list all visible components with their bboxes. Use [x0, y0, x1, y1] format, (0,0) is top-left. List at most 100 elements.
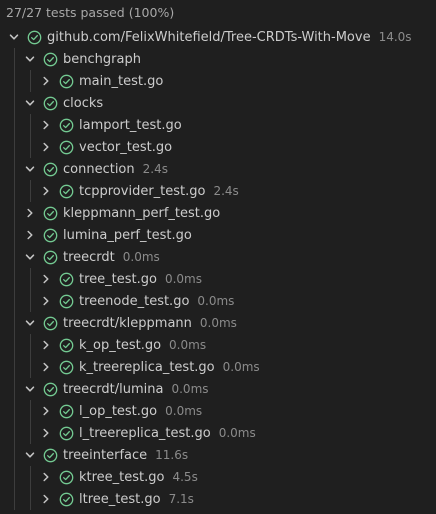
test-duration: 0.0ms [218, 426, 256, 440]
passed-check-icon [58, 271, 74, 287]
test-tree-item[interactable]: lumina_perf_test.go [0, 224, 436, 246]
chevron-right-icon[interactable] [38, 337, 54, 353]
chevron-right-icon[interactable] [38, 359, 54, 375]
test-tree-item[interactable]: kleppmann_perf_test.go [0, 202, 436, 224]
chevron-right-icon[interactable] [22, 205, 38, 221]
test-tree-item[interactable]: treecrdt 0.0ms [0, 246, 436, 268]
chevron-right-icon[interactable] [38, 73, 54, 89]
passed-check-icon [58, 491, 74, 507]
indent-guide [30, 400, 31, 422]
indent-guide [14, 224, 15, 246]
passed-check-icon [58, 293, 74, 309]
test-tree-item[interactable]: main_test.go [0, 70, 436, 92]
chevron-right-icon[interactable] [38, 425, 54, 441]
test-tree-item[interactable]: k_treereplica_test.go 0.0ms [0, 356, 436, 378]
passed-check-icon [58, 425, 74, 441]
test-item-label: clocks [63, 95, 104, 111]
test-item-label: treecrdt [63, 249, 115, 265]
chevron-right-icon[interactable] [38, 183, 54, 199]
chevron-right-icon[interactable] [38, 491, 54, 507]
test-item-label: github.com/FelixWhitefield/Tree-CRDTs-Wi… [47, 29, 371, 45]
indent-guide [14, 48, 15, 70]
passed-check-icon [58, 403, 74, 419]
chevron-right-icon[interactable] [38, 469, 54, 485]
test-tree-item[interactable]: tcpprovider_test.go 2.4s [0, 180, 436, 202]
indent-guide [14, 268, 15, 290]
test-duration: 0.0ms [171, 382, 209, 396]
test-item-label: tcpprovider_test.go [79, 183, 206, 199]
test-tree-item[interactable]: lamport_test.go [0, 114, 436, 136]
indent-guide [14, 444, 15, 466]
test-tree-item[interactable]: github.com/FelixWhitefield/Tree-CRDTs-Wi… [0, 26, 436, 48]
test-tree-item[interactable]: ktree_test.go 4.5s [0, 466, 436, 488]
indent-guide [14, 70, 15, 92]
test-tree-item[interactable]: clocks [0, 92, 436, 114]
chevron-right-icon[interactable] [38, 293, 54, 309]
test-tree-item[interactable]: ltree_test.go 7.1s [0, 488, 436, 510]
test-tree-item[interactable]: treeinterface 11.6s [0, 444, 436, 466]
test-tree-item[interactable]: treecrdt/kleppmann 0.0ms [0, 312, 436, 334]
test-item-label: ltree_test.go [79, 491, 161, 507]
test-duration: 0.0ms [169, 338, 207, 352]
indent-guide [14, 290, 15, 312]
chevron-right-icon[interactable] [22, 227, 38, 243]
chevron-down-icon[interactable] [22, 51, 38, 67]
test-item-label: benchgraph [63, 51, 141, 67]
indent-guide [14, 136, 15, 158]
indent-guide [14, 246, 15, 268]
passed-check-icon [42, 227, 58, 243]
test-tree-item[interactable]: treecrdt/lumina 0.0ms [0, 378, 436, 400]
indent-guide [30, 422, 31, 444]
test-tree-item[interactable]: vector_test.go [0, 136, 436, 158]
indent-guide [14, 180, 15, 202]
chevron-down-icon[interactable] [22, 95, 38, 111]
passed-check-icon [58, 359, 74, 375]
chevron-right-icon[interactable] [38, 403, 54, 419]
test-tree-item[interactable]: treenode_test.go 0.0ms [0, 290, 436, 312]
test-summary: 27/27 tests passed (100%) [6, 5, 175, 20]
chevron-down-icon[interactable] [22, 447, 38, 463]
test-item-label: kleppmann_perf_test.go [63, 205, 221, 221]
chevron-right-icon[interactable] [38, 139, 54, 155]
test-duration: 0.0ms [122, 250, 160, 264]
test-duration: 0.0ms [199, 316, 237, 330]
indent-guide [30, 180, 31, 202]
test-item-label: k_op_test.go [79, 337, 162, 353]
passed-check-icon [42, 51, 58, 67]
test-tree-item[interactable]: l_op_test.go 0.0ms [0, 400, 436, 422]
test-item-label: lumina_perf_test.go [63, 227, 192, 243]
test-item-label: l_op_test.go [79, 403, 158, 419]
chevron-down-icon[interactable] [22, 315, 38, 331]
chevron-down-icon[interactable] [6, 29, 22, 45]
indent-guide [14, 312, 15, 334]
indent-guide [14, 400, 15, 422]
test-tree-item[interactable]: connection 2.4s [0, 158, 436, 180]
test-item-label: main_test.go [79, 73, 164, 89]
passed-check-icon [58, 73, 74, 89]
test-duration: 7.1s [168, 492, 194, 506]
test-tree-item[interactable]: k_op_test.go 0.0ms [0, 334, 436, 356]
test-tree-item[interactable]: tree_test.go 0.0ms [0, 268, 436, 290]
test-item-label: treenode_test.go [79, 293, 190, 309]
chevron-down-icon[interactable] [22, 249, 38, 265]
test-item-label: k_treereplica_test.go [79, 359, 215, 375]
passed-check-icon [58, 139, 74, 155]
indent-guide [14, 114, 15, 136]
test-duration: 0.0ms [164, 272, 202, 286]
chevron-down-icon[interactable] [22, 381, 38, 397]
chevron-down-icon[interactable] [22, 161, 38, 177]
indent-guide [14, 356, 15, 378]
indent-guide [30, 290, 31, 312]
indent-guide [14, 466, 15, 488]
chevron-right-icon[interactable] [38, 271, 54, 287]
passed-check-icon [58, 469, 74, 485]
test-tree-item[interactable]: benchgraph [0, 48, 436, 70]
test-tree-item[interactable]: l_treereplica_test.go 0.0ms [0, 422, 436, 444]
indent-guide [30, 356, 31, 378]
test-duration: 2.4s [213, 184, 239, 198]
passed-check-icon [42, 161, 58, 177]
test-duration: 14.0s [378, 30, 412, 44]
chevron-right-icon[interactable] [38, 117, 54, 133]
indent-guide [30, 334, 31, 356]
passed-check-icon [58, 117, 74, 133]
